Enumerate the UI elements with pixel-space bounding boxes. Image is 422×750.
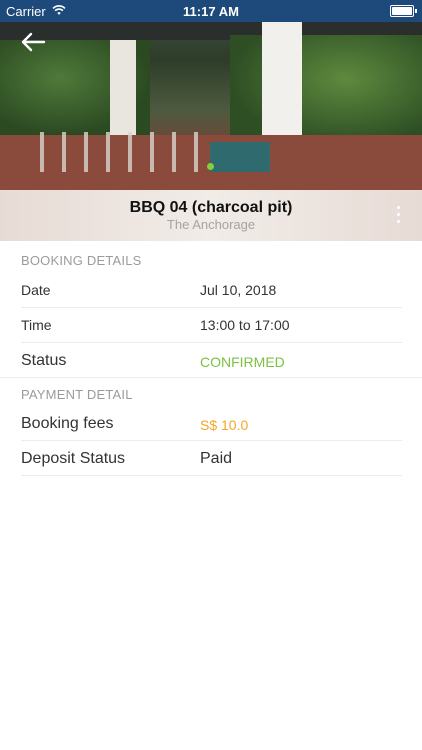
- status-label: Status: [21, 352, 67, 369]
- battery-fill: [392, 7, 412, 15]
- payment-row-deposit: Deposit Status Paid: [21, 441, 402, 476]
- booking-details-heading: BOOKING DETAILS: [21, 253, 142, 268]
- booking-row-status: Status CONFIRMED: [21, 343, 402, 377]
- photo-planter: [210, 142, 270, 172]
- booking-row-date: Date Jul 10, 2018: [21, 273, 402, 308]
- photo-foliage-right: [230, 35, 422, 145]
- battery-icon: [390, 5, 417, 17]
- deposit-status-label: Deposit Status: [21, 450, 126, 467]
- booking-row-time: Time 13:00 to 17:00: [21, 308, 402, 343]
- booking-fees-label: Booking fees: [21, 415, 114, 432]
- more-vertical-icon[interactable]: [394, 206, 402, 226]
- title-bar: BBQ 04 (charcoal pit) The Anchorage: [0, 190, 422, 241]
- facility-title: BBQ 04 (charcoal pit): [129, 199, 293, 216]
- deposit-status-value: Paid: [200, 450, 233, 467]
- time-label: Time: [21, 317, 52, 333]
- booking-fees-value: S$ 10.0: [200, 417, 249, 433]
- date-value: Jul 10, 2018: [200, 282, 277, 298]
- date-label: Date: [21, 282, 51, 298]
- payment-detail-heading: PAYMENT DETAIL: [0, 377, 422, 406]
- status-bar: Carrier 11:17 AM: [0, 0, 422, 22]
- booking-content: BOOKING DETAILS Date Jul 10, 2018 Time 1…: [0, 241, 422, 476]
- status-value: CONFIRMED: [200, 354, 285, 370]
- clock: 11:17 AM: [183, 4, 239, 19]
- facility-location: The Anchorage: [166, 217, 256, 232]
- time-value: 13:00 to 17:00: [200, 317, 290, 333]
- photo-page-indicator: [207, 163, 214, 170]
- arrow-left-icon[interactable]: [20, 30, 46, 54]
- payment-row-fees: Booking fees S$ 10.0: [21, 406, 402, 441]
- facility-photo: [0, 0, 422, 190]
- photo-tables: [40, 132, 200, 172]
